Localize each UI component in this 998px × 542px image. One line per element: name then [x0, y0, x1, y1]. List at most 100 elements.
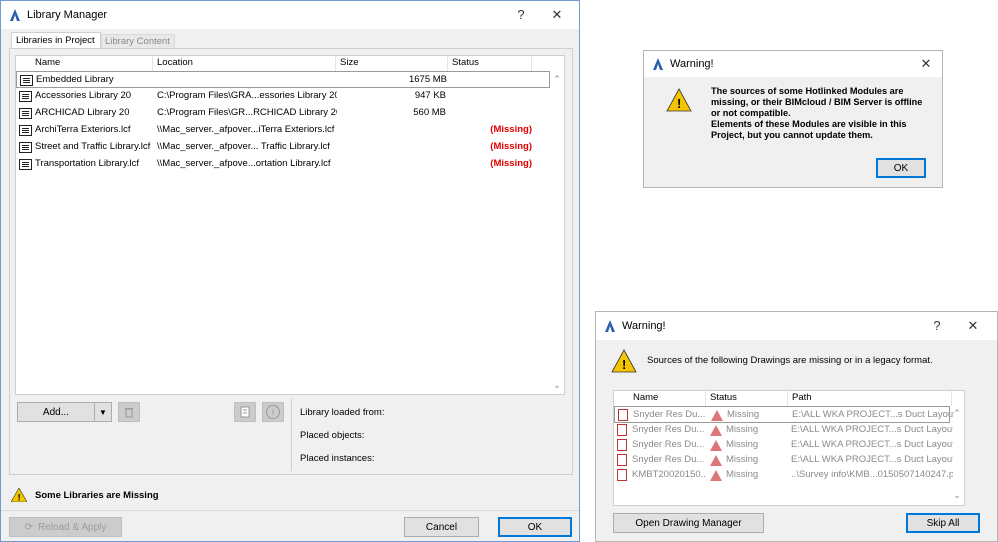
cancel-button[interactable]: Cancel: [404, 517, 479, 537]
drawings-list[interactable]: Name Status Path Snyder Res Du... Missin…: [613, 390, 965, 506]
reload-apply-label: Reload & Apply: [38, 521, 107, 533]
drawing-name: Snyder Res Du...: [633, 409, 706, 420]
hotlink-warning-title: Warning!: [670, 58, 714, 70]
library-size: 947 KB: [414, 90, 446, 101]
drawings-warning-window: Warning! ? ✕ ! Sources of the following …: [595, 311, 998, 542]
warning-icon: !: [666, 88, 692, 112]
column-header-location[interactable]: Location: [153, 56, 336, 71]
hotlink-warning-window: Warning! ✕ ! The sources of some Hotlink…: [643, 50, 943, 188]
scroll-up-arrow-icon[interactable]: ⌃: [552, 74, 562, 85]
scroll-down-arrow-icon[interactable]: ⌄: [952, 490, 962, 501]
trash-icon: [125, 408, 133, 418]
skip-all-button[interactable]: Skip All: [906, 513, 980, 533]
hotlink-warning-message: The sources of some Hotlinked Modules ar…: [711, 86, 937, 141]
svg-text:!: !: [622, 357, 626, 372]
add-button[interactable]: Add...: [17, 402, 95, 422]
chevron-down-icon: ▼: [99, 407, 107, 417]
skip-all-label: Skip All: [926, 517, 960, 529]
column-header-name[interactable]: Name: [16, 56, 153, 71]
library-name: Embedded Library: [36, 74, 114, 85]
ok-button[interactable]: OK: [498, 517, 572, 537]
library-name: Transportation Library.lcf: [35, 158, 140, 169]
missing-warning: ! Some Libraries are Missing: [11, 488, 159, 502]
column-header-path[interactable]: Path: [788, 391, 952, 406]
missing-warning-icon: [711, 410, 723, 421]
drawing-path: E:\ALL WKA PROJECT...s Duct Layout.pdf: [791, 439, 953, 450]
archicad-logo-icon: [653, 58, 663, 70]
reload-apply-button[interactable]: ⟳ Reload & Apply: [9, 517, 122, 537]
message-line: Project, but you cannot update them.: [711, 130, 873, 140]
drawing-status: Missing: [726, 424, 759, 435]
library-row[interactable]: ArchiTerra Exteriors.lcf \\Mac_server._a…: [16, 122, 550, 139]
library-location: C:\Program Files\GRA...essories Library …: [157, 90, 337, 101]
column-header-status[interactable]: Status: [706, 391, 788, 406]
library-row[interactable]: ARCHICAD Library 20 C:\Program Files\GR.…: [16, 105, 550, 122]
library-file-icon: [19, 159, 32, 170]
column-header-name[interactable]: Name: [614, 391, 706, 406]
warning-icon: !: [11, 488, 27, 502]
pdf-file-icon: [618, 409, 628, 421]
document-icon: [240, 406, 250, 418]
column-header-status[interactable]: Status: [448, 56, 532, 71]
library-status: (Missing): [490, 158, 532, 169]
tab-libraries-in-project[interactable]: Libraries in Project: [11, 32, 101, 49]
help-button[interactable]: ?: [927, 316, 947, 336]
library-size: 1675 MB: [408, 74, 447, 85]
drawing-row[interactable]: Snyder Res Du... Missing E:\ALL WKA PROJ…: [614, 406, 954, 423]
drawing-row[interactable]: KMBT20020150... Missing ..\Survey info\K…: [614, 467, 953, 484]
drawing-name: Snyder Res Du...: [632, 439, 705, 450]
ok-button[interactable]: OK: [876, 158, 926, 178]
tab-libraries-in-project-label: Libraries in Project: [16, 35, 95, 46]
tab-library-content[interactable]: Library Content: [101, 34, 175, 49]
warning-icon: !: [611, 349, 637, 373]
open-drawing-manager-button[interactable]: Open Drawing Manager: [613, 513, 764, 533]
missing-warning-icon: [710, 455, 722, 466]
library-row[interactable]: Transportation Library.lcf \\Mac_server.…: [16, 156, 550, 173]
pdf-file-icon: [617, 469, 627, 481]
missing-warning-icon: [710, 470, 722, 481]
information-button[interactable]: i: [262, 402, 284, 422]
library-location: \\Mac_server._afpover... Traffic Library…: [157, 141, 330, 152]
close-button[interactable]: ✕: [547, 5, 567, 25]
message-line: The sources of some Hotlinked Modules ar…: [711, 86, 904, 96]
drawing-name: KMBT20020150...: [632, 469, 706, 480]
close-button[interactable]: ✕: [916, 54, 936, 74]
pdf-file-icon: [617, 439, 627, 451]
open-drawing-manager-label: Open Drawing Manager: [635, 517, 742, 529]
ok-label: OK: [893, 162, 909, 174]
drawing-name: Snyder Res Du...: [632, 454, 705, 465]
library-row[interactable]: Accessories Library 20 C:\Program Files\…: [16, 88, 550, 105]
scroll-up-arrow-icon[interactable]: ⌃: [952, 408, 962, 419]
drawing-name: Snyder Res Du...: [632, 424, 705, 435]
drawing-status: Missing: [726, 439, 759, 450]
library-manager-window: Library Manager ? ✕ Libraries in Project…: [0, 0, 580, 542]
library-file-icon: [19, 125, 32, 136]
pdf-file-icon: [617, 454, 627, 466]
library-status: (Missing): [490, 141, 532, 152]
library-file-icon: [19, 142, 32, 153]
add-dropdown-button[interactable]: ▼: [94, 402, 112, 422]
hotlink-warning-titlebar: Warning! ✕: [644, 51, 942, 77]
help-button[interactable]: ?: [511, 5, 531, 25]
drawing-path: E:\ALL WKA PROJECT...s Duct Layout.pdf: [791, 424, 953, 435]
library-manager-title: Library Manager: [27, 9, 108, 21]
libraries-list[interactable]: Name Location Size Status Embedded Libra…: [15, 55, 565, 395]
missing-warning-text: Some Libraries are Missing: [35, 489, 159, 501]
tab-library-content-label: Library Content: [105, 36, 170, 47]
library-row[interactable]: Embedded Library 1675 MB: [16, 71, 550, 88]
drawing-path: ..\Survey info\KMB...0150507140247.pdf: [791, 469, 953, 480]
delete-library-button[interactable]: [118, 402, 140, 422]
library-file-icon: [20, 75, 33, 86]
add-button-label: Add...: [42, 406, 70, 418]
drawing-status: Missing: [727, 409, 760, 420]
library-row[interactable]: Street and Traffic Library.lcf \\Mac_ser…: [16, 139, 550, 156]
library-loaded-from-label: Library loaded from:: [300, 407, 385, 418]
drawings-warning-message: Sources of the following Drawings are mi…: [647, 355, 933, 366]
scroll-down-arrow-icon[interactable]: ⌄: [552, 380, 562, 391]
library-info-button[interactable]: [234, 402, 256, 422]
column-header-size[interactable]: Size: [336, 56, 448, 71]
message-line: or not compatible.: [711, 108, 791, 118]
library-file-icon: [19, 91, 32, 102]
close-button[interactable]: ✕: [963, 316, 983, 336]
drawing-status: Missing: [726, 469, 759, 480]
